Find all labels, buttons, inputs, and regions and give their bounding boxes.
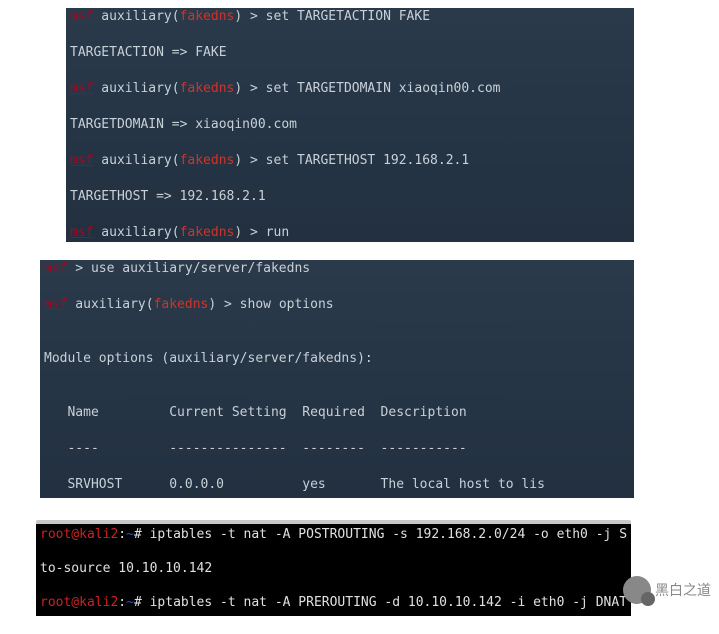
terminal-text: ) > set TARGETDOMAIN xiaoqin00.com bbox=[234, 81, 500, 96]
terminal-line: msf auxiliary(fakedns) > run bbox=[70, 224, 630, 242]
msf-text: msf bbox=[70, 153, 93, 168]
terminal-line: Module options (auxiliary/server/fakedns… bbox=[44, 350, 630, 368]
msf-text: msf bbox=[70, 225, 93, 240]
msf-text: msf bbox=[70, 9, 93, 24]
terminal-text: Module options (auxiliary/server/fakedns… bbox=[44, 351, 373, 366]
terminal-text: : bbox=[118, 595, 126, 610]
terminal-msf-options[interactable]: msf > use auxiliary/server/fakedns msf a… bbox=[40, 260, 634, 498]
terminal-text: : bbox=[118, 527, 126, 542]
terminal-iptables[interactable]: root@kali2:~# iptables -t nat -A POSTROU… bbox=[36, 524, 631, 616]
terminal-text: auxiliary( bbox=[93, 9, 179, 24]
terminal-text: # iptables -t nat -A POSTROUTING -s 192.… bbox=[134, 527, 627, 542]
msf-text: msf bbox=[44, 297, 67, 312]
red-text: fakedns bbox=[180, 81, 235, 96]
terminal-text: TARGETHOST => 192.168.2.1 bbox=[70, 189, 266, 204]
terminal-text: TARGETDOMAIN => xiaoqin00.com bbox=[70, 117, 297, 132]
terminal-text: ) > show options bbox=[208, 297, 333, 312]
rootprompt-text: root@kali2 bbox=[40, 595, 118, 610]
red-text: fakedns bbox=[180, 153, 235, 168]
wechat-icon bbox=[623, 576, 651, 604]
terminal-text: ) > set TARGETACTION FAKE bbox=[234, 9, 430, 24]
terminal-text: ) > set TARGETHOST 192.168.2.1 bbox=[234, 153, 469, 168]
terminal-text: auxiliary( bbox=[93, 81, 179, 96]
terminal-line: msf auxiliary(fakedns) > show options bbox=[44, 296, 630, 314]
terminal-line: TARGETDOMAIN => xiaoqin00.com bbox=[70, 116, 630, 134]
terminal-line: msf auxiliary(fakedns) > set TARGETACTIO… bbox=[70, 8, 630, 26]
terminal-line: SRVHOST 0.0.0.0 yes The local host to li… bbox=[44, 476, 630, 494]
red-text: fakedns bbox=[154, 297, 209, 312]
terminal-text: ) > run bbox=[234, 225, 289, 240]
terminal-line: msf auxiliary(fakedns) > set TARGETHOST … bbox=[70, 152, 630, 170]
terminal-line: TARGETHOST => 192.168.2.1 bbox=[70, 188, 630, 206]
terminal-iptables-wrap: root@kali2:~# iptables -t nat -A POSTROU… bbox=[36, 520, 631, 616]
terminal-line: TARGETACTION => FAKE bbox=[70, 44, 630, 62]
terminal-line: msf > use auxiliary/server/fakedns bbox=[44, 260, 630, 278]
terminal-line: root@kali2:~# iptables -t nat -A PREROUT… bbox=[40, 594, 627, 611]
msf-text: msf bbox=[44, 261, 67, 276]
terminal-text: SRVHOST 0.0.0.0 yes The local host to li… bbox=[44, 477, 545, 492]
rootprompt-text: root@kali2 bbox=[40, 527, 118, 542]
terminal-text: auxiliary( bbox=[93, 153, 179, 168]
watermark-text: 黑白之道 bbox=[655, 580, 711, 600]
red-text: fakedns bbox=[180, 9, 235, 24]
terminal-line: Name Current Setting Required Descriptio… bbox=[44, 404, 630, 422]
terminal-line: ---- --------------- -------- ----------… bbox=[44, 440, 630, 458]
tilde-text: ~ bbox=[126, 595, 134, 610]
terminal-text: TARGETACTION => FAKE bbox=[70, 45, 227, 60]
terminal-text: ---- --------------- -------- ----------… bbox=[44, 441, 467, 456]
terminal-text: auxiliary( bbox=[67, 297, 153, 312]
terminal-text: Name Current Setting Required Descriptio… bbox=[44, 405, 467, 420]
msf-text: msf bbox=[70, 81, 93, 96]
terminal-text: auxiliary( bbox=[93, 225, 179, 240]
terminal-msf-run[interactable]: msf auxiliary(fakedns) > set TARGETACTIO… bbox=[66, 8, 634, 242]
terminal-text: # iptables -t nat -A PREROUTING -d 10.10… bbox=[134, 595, 627, 610]
terminal-line: to-source 10.10.10.142 bbox=[40, 560, 627, 577]
red-text: fakedns bbox=[180, 225, 235, 240]
terminal-text: > use auxiliary/server/fakedns bbox=[67, 261, 310, 276]
terminal-text: to-source 10.10.10.142 bbox=[40, 561, 212, 576]
terminal-line: root@kali2:~# iptables -t nat -A POSTROU… bbox=[40, 526, 627, 543]
tilde-text: ~ bbox=[126, 527, 134, 542]
terminal-line: msf auxiliary(fakedns) > set TARGETDOMAI… bbox=[70, 80, 630, 98]
